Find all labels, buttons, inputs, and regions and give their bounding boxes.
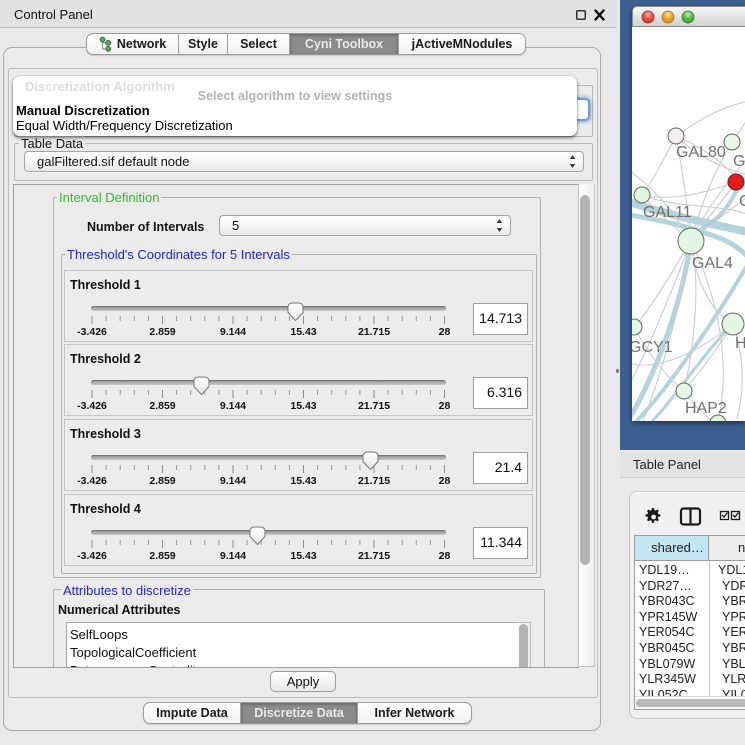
svg-text:GAL80: GAL80 [676,144,726,161]
svg-text:C: C [739,193,745,210]
svg-text:HAP2: HAP2 [685,400,727,417]
svg-text:H: H [735,335,745,352]
svg-text:G: G [733,153,745,170]
svg-text:GCY1: GCY1 [632,339,673,356]
svg-text:GAL11: GAL11 [643,204,692,221]
svg-text:GAL4: GAL4 [692,255,733,272]
